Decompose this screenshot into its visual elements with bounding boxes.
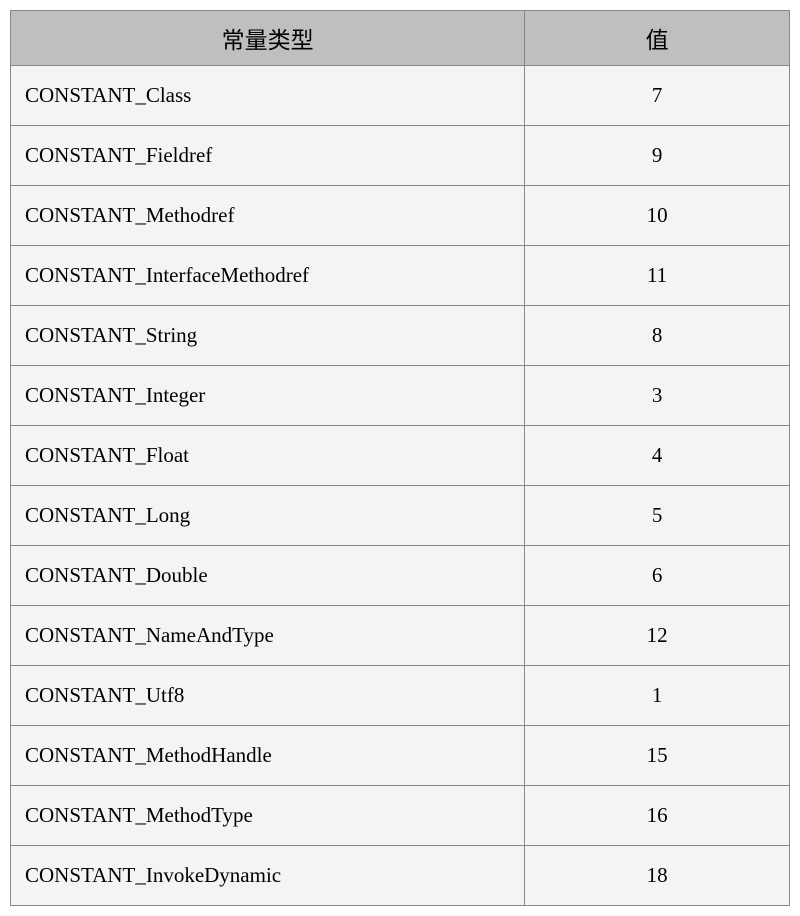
table-header-row: 常量类型 值 xyxy=(11,11,790,66)
table-row: CONSTANT_Long5 xyxy=(11,486,790,546)
table-row: CONSTANT_Fieldref9 xyxy=(11,126,790,186)
constant-pool-table: 常量类型 值 CONSTANT_Class7CONSTANT_Fieldref9… xyxy=(10,10,790,906)
constant-type-cell: CONSTANT_Methodref xyxy=(11,186,525,246)
constant-value-cell: 9 xyxy=(525,126,790,186)
constant-value-cell: 12 xyxy=(525,606,790,666)
constant-type-cell: CONSTANT_Class xyxy=(11,66,525,126)
constant-type-cell: CONSTANT_Utf8 xyxy=(11,666,525,726)
table-row: CONSTANT_Double6 xyxy=(11,546,790,606)
constant-type-cell: CONSTANT_Fieldref xyxy=(11,126,525,186)
table-row: CONSTANT_MethodHandle15 xyxy=(11,726,790,786)
table-row: CONSTANT_MethodType16 xyxy=(11,786,790,846)
constant-value-cell: 1 xyxy=(525,666,790,726)
table-row: CONSTANT_Utf81 xyxy=(11,666,790,726)
constant-value-cell: 5 xyxy=(525,486,790,546)
constant-value-cell: 18 xyxy=(525,846,790,906)
constant-value-cell: 11 xyxy=(525,246,790,306)
constant-value-cell: 6 xyxy=(525,546,790,606)
table-row: CONSTANT_InvokeDynamic18 xyxy=(11,846,790,906)
constant-value-cell: 16 xyxy=(525,786,790,846)
constant-value-cell: 15 xyxy=(525,726,790,786)
table-row: CONSTANT_Methodref10 xyxy=(11,186,790,246)
constant-value-cell: 8 xyxy=(525,306,790,366)
constant-type-cell: CONSTANT_Long xyxy=(11,486,525,546)
constant-value-cell: 4 xyxy=(525,426,790,486)
constant-value-cell: 3 xyxy=(525,366,790,426)
header-type: 常量类型 xyxy=(11,11,525,66)
table-row: CONSTANT_InterfaceMethodref11 xyxy=(11,246,790,306)
constant-type-cell: CONSTANT_Double xyxy=(11,546,525,606)
constant-type-cell: CONSTANT_MethodHandle xyxy=(11,726,525,786)
table-row: CONSTANT_Float4 xyxy=(11,426,790,486)
table-row: CONSTANT_Class7 xyxy=(11,66,790,126)
constant-type-cell: CONSTANT_Float xyxy=(11,426,525,486)
constant-type-cell: CONSTANT_MethodType xyxy=(11,786,525,846)
constant-type-cell: CONSTANT_InvokeDynamic xyxy=(11,846,525,906)
table-row: CONSTANT_Integer3 xyxy=(11,366,790,426)
constant-type-cell: CONSTANT_InterfaceMethodref xyxy=(11,246,525,306)
constant-type-cell: CONSTANT_NameAndType xyxy=(11,606,525,666)
constant-value-cell: 7 xyxy=(525,66,790,126)
constant-type-cell: CONSTANT_Integer xyxy=(11,366,525,426)
constant-type-cell: CONSTANT_String xyxy=(11,306,525,366)
constant-value-cell: 10 xyxy=(525,186,790,246)
table-row: CONSTANT_String8 xyxy=(11,306,790,366)
table-row: CONSTANT_NameAndType12 xyxy=(11,606,790,666)
header-value: 值 xyxy=(525,11,790,66)
